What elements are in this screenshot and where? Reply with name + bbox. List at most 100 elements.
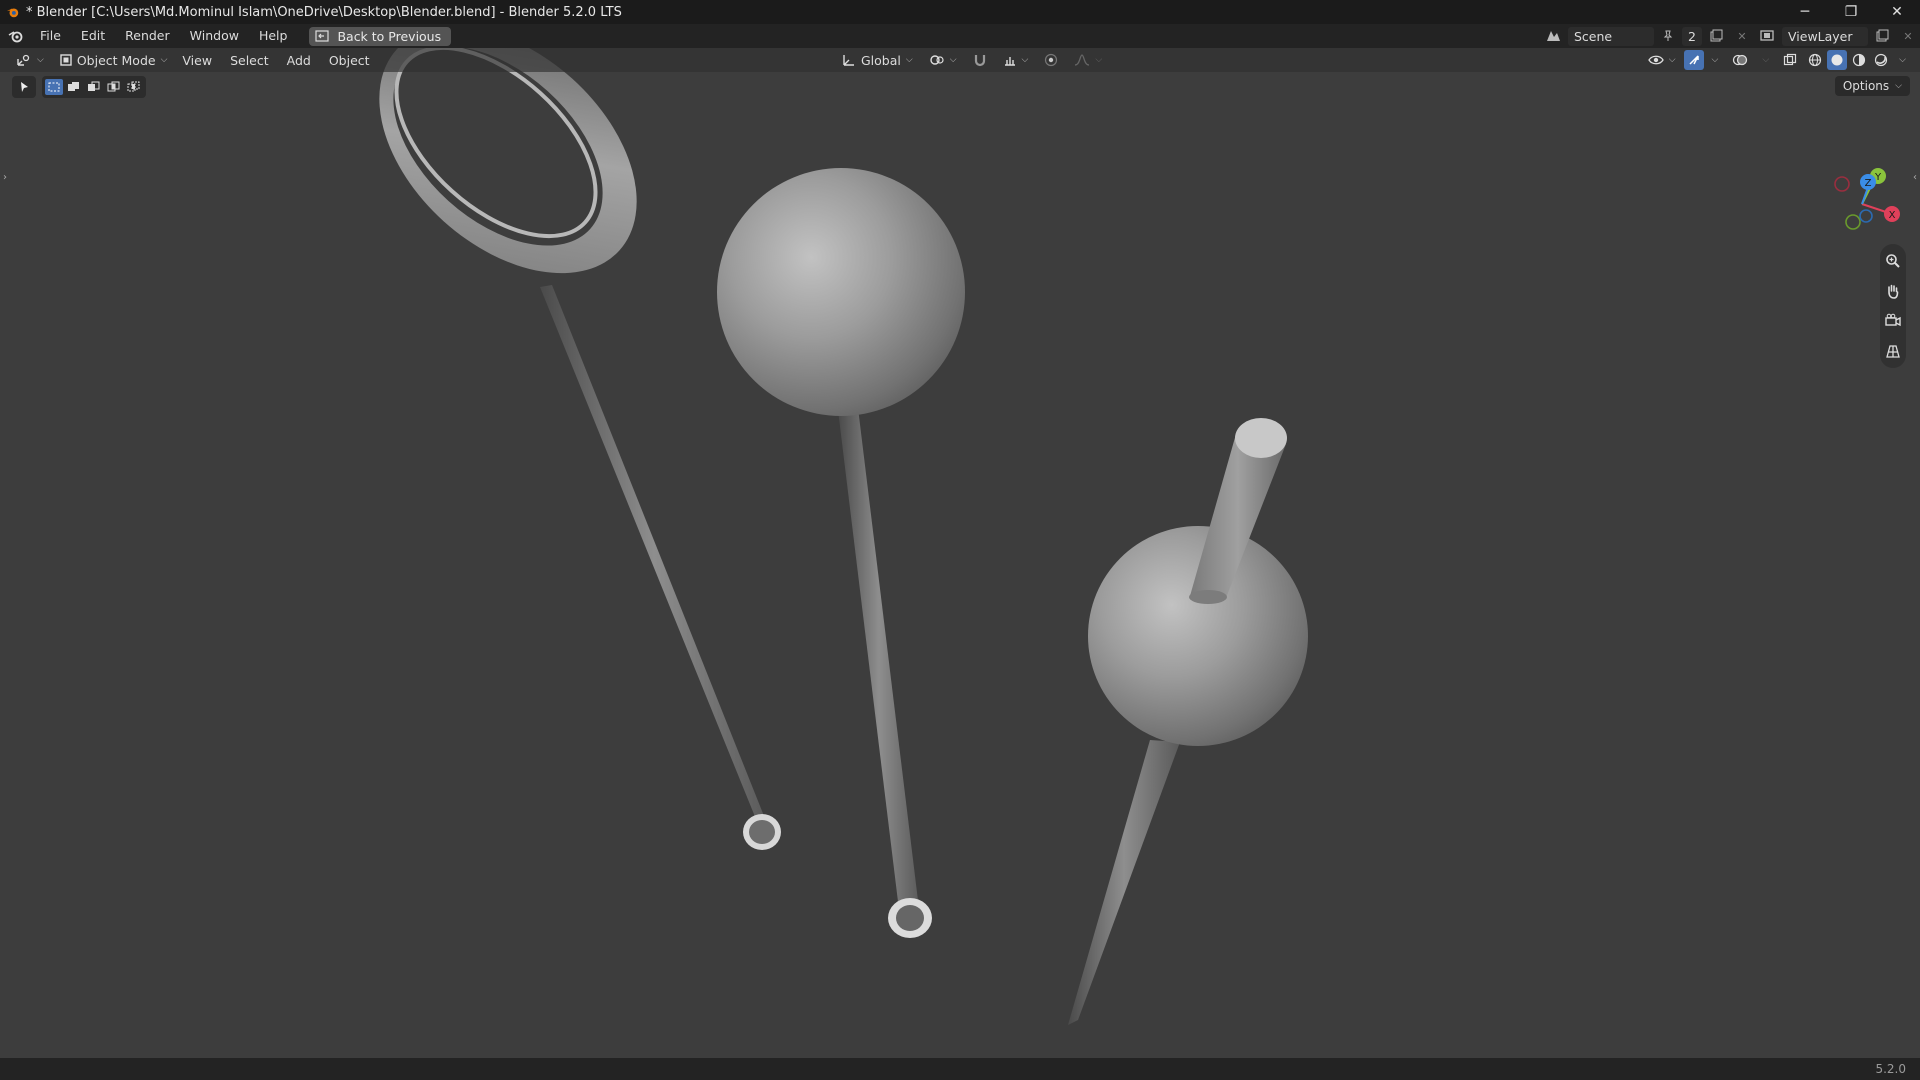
proportional-editing-toggle[interactable] <box>1038 50 1064 70</box>
select-tool-icon[interactable] <box>15 79 33 95</box>
options-dropdown[interactable]: Options ⌵ <box>1834 76 1910 96</box>
view-layer-browse-icon[interactable] <box>1756 26 1780 46</box>
show-overlays-toggle[interactable] <box>1726 50 1754 70</box>
snap-toggle[interactable] <box>967 50 993 70</box>
chevron-down-icon: ⌵ <box>905 55 913 65</box>
select-intersect-icon[interactable] <box>125 79 143 95</box>
wireframe-shading-icon <box>1809 53 1822 67</box>
chevron-down-icon: ⌵ <box>1095 55 1103 65</box>
active-tool-box <box>12 76 36 98</box>
3d-viewport[interactable]: › ‹ X Y Z <box>0 26 1920 1058</box>
overlays-dropdown[interactable]: ⌵ <box>1756 50 1775 70</box>
gizmo-dropdown[interactable]: ⌵ <box>1706 50 1725 70</box>
editor-type-dropdown[interactable]: ⌵ <box>10 50 50 70</box>
orthographic-grid-icon[interactable] <box>1882 339 1904 363</box>
3d-viewport-editor-icon <box>17 54 30 66</box>
scene-name-field[interactable]: Scene <box>1568 26 1654 46</box>
viewport-header: ⌵ Object Mode ⌵ View Select Add Object G… <box>0 48 1920 72</box>
neg-z-axis-icon[interactable] <box>1859 209 1873 223</box>
menu-edit[interactable]: Edit <box>71 24 115 48</box>
remove-view-layer-icon[interactable]: ✕ <box>1896 26 1920 46</box>
shading-wireframe-button[interactable] <box>1805 50 1825 70</box>
close-button[interactable]: ✕ <box>1874 0 1920 24</box>
toolbar-expand-icon[interactable]: › <box>3 172 7 183</box>
menu-window[interactable]: Window <box>180 24 249 48</box>
solid-shading-icon <box>1831 54 1843 66</box>
x-axis-icon[interactable]: X <box>1884 206 1900 222</box>
scene-users-count[interactable]: 2 <box>1682 26 1702 46</box>
menu-file[interactable]: File <box>30 24 71 48</box>
chevron-down-icon: ⌵ <box>1895 81 1902 91</box>
ring-pin-object[interactable] <box>332 26 781 850</box>
version-label: 5.2.0 <box>1875 1062 1906 1076</box>
push-pin-object[interactable] <box>1068 418 1308 1025</box>
menu-object[interactable]: Object <box>320 53 379 68</box>
shading-rendered-button[interactable] <box>1871 50 1891 70</box>
view-layer-field[interactable]: ViewLayer <box>1782 26 1868 46</box>
scene-name: Scene <box>1574 28 1613 44</box>
scene-users-label: 2 <box>1688 28 1696 44</box>
options-label: Options <box>1842 79 1890 93</box>
back-to-previous-label: Back to Previous <box>337 28 442 44</box>
object-mode-dropdown[interactable]: Object Mode ⌵ <box>54 50 174 70</box>
select-subtract-icon[interactable] <box>85 79 103 95</box>
back-to-previous-button[interactable]: Back to Previous <box>309 26 452 46</box>
menu-help[interactable]: Help <box>249 24 298 48</box>
snap-magnet-icon <box>974 55 985 67</box>
z-axis-label: Z <box>1865 178 1872 189</box>
z-axis-icon[interactable]: Z <box>1860 174 1876 190</box>
pivot-point-icon <box>930 55 944 65</box>
select-extend-icon[interactable] <box>65 79 83 95</box>
viewport-scene <box>332 26 1308 1025</box>
neg-x-axis-icon[interactable] <box>1834 176 1850 192</box>
menu-select[interactable]: Select <box>221 53 278 68</box>
transform-orientation-dropdown[interactable]: Global ⌵ <box>836 50 919 70</box>
menu-view[interactable]: View <box>173 53 221 68</box>
minimize-button[interactable]: ─ <box>1782 0 1828 24</box>
pin-icon[interactable] <box>1656 26 1680 46</box>
zoom-icon[interactable] <box>1882 249 1904 273</box>
select-new-icon[interactable] <box>45 79 63 95</box>
maximize-button[interactable]: ❐ <box>1828 0 1874 24</box>
selection-mode-box <box>42 76 146 98</box>
shading-dropdown[interactable]: ⌵ <box>1893 50 1912 70</box>
neg-y-axis-icon[interactable] <box>1845 214 1861 230</box>
new-view-layer-icon[interactable] <box>1870 26 1894 46</box>
chevron-down-icon: ⌵ <box>1021 55 1029 65</box>
menu-add[interactable]: Add <box>278 53 320 68</box>
chevron-down-icon: ⌵ <box>1711 55 1719 65</box>
remove-scene-icon[interactable]: ✕ <box>1730 26 1754 46</box>
shading-solid-button[interactable] <box>1827 50 1848 70</box>
show-gizmo-toggle[interactable] <box>1683 50 1704 70</box>
menu-render[interactable]: Render <box>115 24 180 48</box>
pan-hand-icon[interactable] <box>1882 279 1904 303</box>
chevron-down-icon: ⌵ <box>160 55 168 65</box>
snap-target-dropdown[interactable]: ⌵ <box>997 50 1035 70</box>
screen-back-icon <box>315 30 330 42</box>
blender-menu-icon[interactable] <box>2 29 30 43</box>
window-titlebar: * Blender [C:\Users\Md.Mominul Islam\One… <box>0 0 1920 24</box>
overlays-icon <box>1733 54 1748 66</box>
view-layer-name: ViewLayer <box>1788 28 1853 44</box>
sidebar-expand-icon[interactable]: ‹ <box>1913 172 1917 183</box>
viewport-nav-tools <box>1880 244 1906 368</box>
chevron-down-icon: ⌵ <box>37 55 44 65</box>
camera-view-icon[interactable] <box>1882 309 1904 333</box>
falloff-curve-icon <box>1075 54 1090 66</box>
select-difference-icon[interactable] <box>105 79 123 95</box>
snap-increment-icon <box>1004 57 1015 66</box>
shading-material-button[interactable] <box>1849 50 1869 70</box>
transform-orientation-label: Global <box>861 52 901 68</box>
navigation-gizmo[interactable]: X Y Z <box>1822 164 1902 244</box>
tool-settings-row <box>12 76 146 98</box>
xray-icon <box>1784 53 1797 66</box>
visibility-dropdown[interactable]: ⌵ <box>1642 50 1682 70</box>
chevron-down-icon: ⌵ <box>1668 55 1676 65</box>
scene-browse-icon[interactable] <box>1542 26 1566 46</box>
proportional-falloff-dropdown[interactable]: ⌵ <box>1068 50 1108 70</box>
rendered-shading-icon <box>1875 53 1888 67</box>
pivot-point-dropdown[interactable]: ⌵ <box>923 50 963 70</box>
new-scene-icon[interactable] <box>1704 26 1728 46</box>
xray-toggle[interactable] <box>1777 50 1803 70</box>
status-bar: 5.2.0 <box>0 1058 1920 1080</box>
